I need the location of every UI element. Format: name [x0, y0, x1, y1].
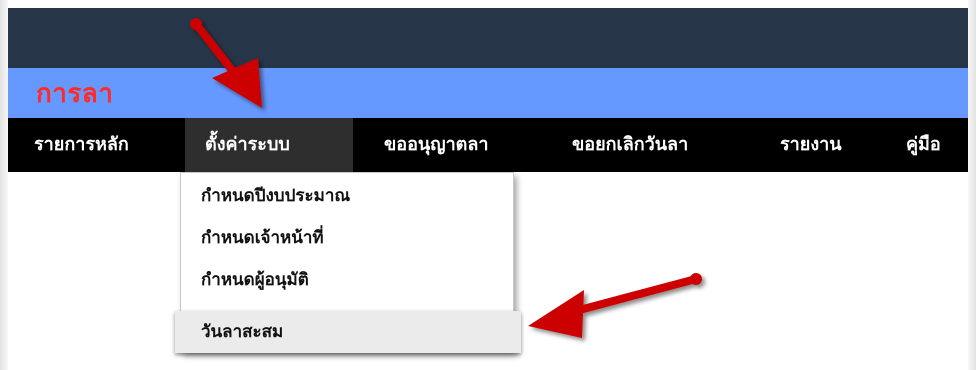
- menu-item-cancel-leave[interactable]: ขอยกเลิกวันลา: [572, 118, 688, 172]
- dropdown-item-accumulated-leave[interactable]: วันลาสะสม: [175, 311, 521, 353]
- right-border-shadow: [968, 0, 976, 370]
- screenshot-frame: การลา รายการหลัก ตั้งค่าระบบ ขออนุญาตลา …: [0, 0, 976, 370]
- menu-item-settings[interactable]: ตั้งค่าระบบ: [185, 118, 353, 172]
- app-title: การลา: [36, 79, 114, 109]
- main-menu: รายการหลัก ตั้งค่าระบบ ขออนุญาตลา ขอยกเล…: [8, 118, 968, 172]
- menu-item-request-leave[interactable]: ขออนุญาตลา: [384, 118, 489, 172]
- dropdown-item-fiscal-year[interactable]: กำหนดปีงบประมาณ: [181, 175, 513, 217]
- annotation-arrow-icon: [528, 273, 702, 338]
- title-bar: การลา: [8, 68, 968, 118]
- dropdown-item-approver[interactable]: กำหนดผู้อนุมัติ: [181, 259, 513, 301]
- left-border-shadow: [0, 0, 8, 370]
- dropdown-item-staff[interactable]: กำหนดเจ้าหน้าที่: [181, 217, 513, 259]
- settings-dropdown: กำหนดปีงบประมาณ กำหนดเจ้าหน้าที่ กำหนดผู…: [175, 172, 521, 353]
- menu-item-manual[interactable]: คู่มือ: [906, 118, 941, 172]
- menu-item-report[interactable]: รายงาน: [780, 118, 842, 172]
- menu-item-main[interactable]: รายการหลัก: [34, 118, 129, 172]
- header-bar: [8, 8, 968, 68]
